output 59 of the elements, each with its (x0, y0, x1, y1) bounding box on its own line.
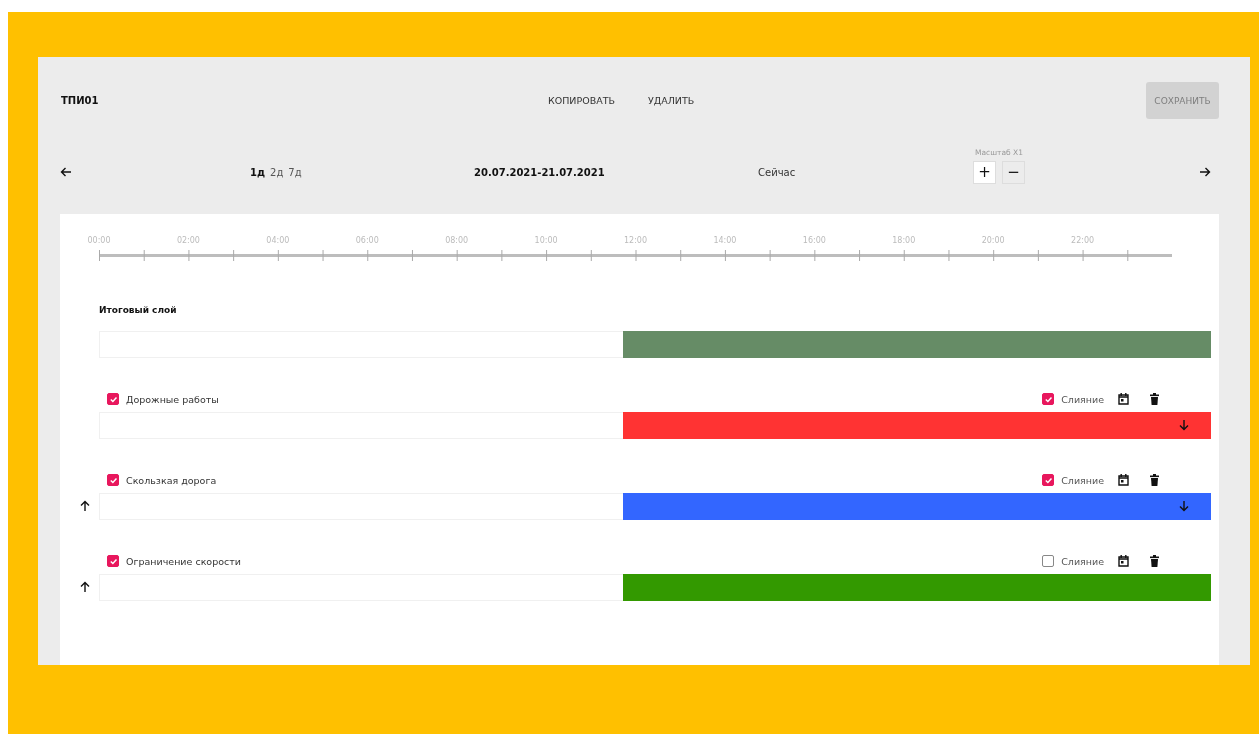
trash-icon (1150, 555, 1159, 567)
time-label: 00:00 (87, 236, 111, 245)
schedule-title: ТПИ01 (60, 95, 100, 106)
date-range: 20.07.2021-21.07.2021 (474, 166, 605, 178)
trash-icon (1150, 474, 1159, 486)
delete-button[interactable] (1150, 393, 1159, 405)
move-down-button[interactable] (1178, 419, 1190, 431)
merge-label: Слияние (1061, 474, 1104, 486)
merge-label: Слияние (1061, 555, 1104, 567)
time-label: 16:00 (802, 236, 826, 245)
merge-checkbox[interactable] (1042, 474, 1055, 486)
merge-checkbox[interactable] (1042, 393, 1055, 405)
previous-button[interactable] (60, 166, 72, 178)
move-up-button[interactable] (79, 500, 91, 512)
time-label: 22:00 (1071, 236, 1095, 245)
move-up-button[interactable] (79, 581, 91, 593)
layer-checkbox[interactable] (107, 474, 119, 486)
now-button[interactable]: Сейчас (758, 166, 796, 178)
arrow-left-icon (60, 166, 72, 178)
layer-name: Ограничение скорости (126, 555, 241, 567)
time-label: 20:00 (981, 236, 1005, 245)
arrow-up-icon (79, 581, 91, 593)
arrow-up-icon (79, 500, 91, 512)
layer-checkbox[interactable] (107, 555, 119, 567)
period-tab[interactable]: 7д (288, 166, 302, 178)
arrow-down-icon (1178, 419, 1190, 431)
time-label: 08:00 (445, 236, 469, 245)
next-button[interactable] (1199, 166, 1211, 178)
delete-button[interactable] (1150, 474, 1159, 486)
action-link[interactable]: КОПИРОВАТЬ (548, 95, 615, 106)
calendar-button[interactable] (1118, 555, 1129, 567)
time-label: 12:00 (623, 236, 648, 245)
zoom-out-button[interactable]: − (1002, 161, 1025, 184)
time-label: 06:00 (355, 236, 379, 245)
arrow-right-icon (1199, 166, 1211, 178)
time-label: 14:00 (713, 236, 737, 245)
layer-name: Дорожные работы (126, 393, 219, 405)
layer-name: Скользкая дорога (126, 474, 217, 486)
merge-label: Слияние (1061, 393, 1104, 405)
time-label: 18:00 (892, 236, 916, 245)
arrow-down-icon (1178, 500, 1190, 512)
calendar-button[interactable] (1118, 474, 1129, 486)
trash-icon (1150, 393, 1159, 405)
layer-checkbox[interactable] (107, 393, 119, 405)
action-link[interactable]: УДАЛИТЬ (648, 95, 695, 106)
calendar-button[interactable] (1118, 393, 1129, 405)
zoom-in-button[interactable]: + (973, 161, 996, 184)
time-label: 10:00 (534, 236, 558, 245)
time-label: 04:00 (266, 236, 290, 245)
move-down-button[interactable] (1178, 500, 1190, 512)
delete-button[interactable] (1150, 555, 1159, 567)
layer-title: Итоговый слой (99, 304, 178, 317)
calendar-icon (1118, 474, 1129, 486)
merge-checkbox[interactable] (1042, 555, 1055, 567)
time-label: 02:00 (176, 236, 200, 245)
calendar-icon (1118, 555, 1129, 567)
period-tab[interactable]: 1д (250, 166, 266, 178)
period-tab[interactable]: 2д (270, 166, 284, 178)
calendar-icon (1118, 393, 1129, 405)
